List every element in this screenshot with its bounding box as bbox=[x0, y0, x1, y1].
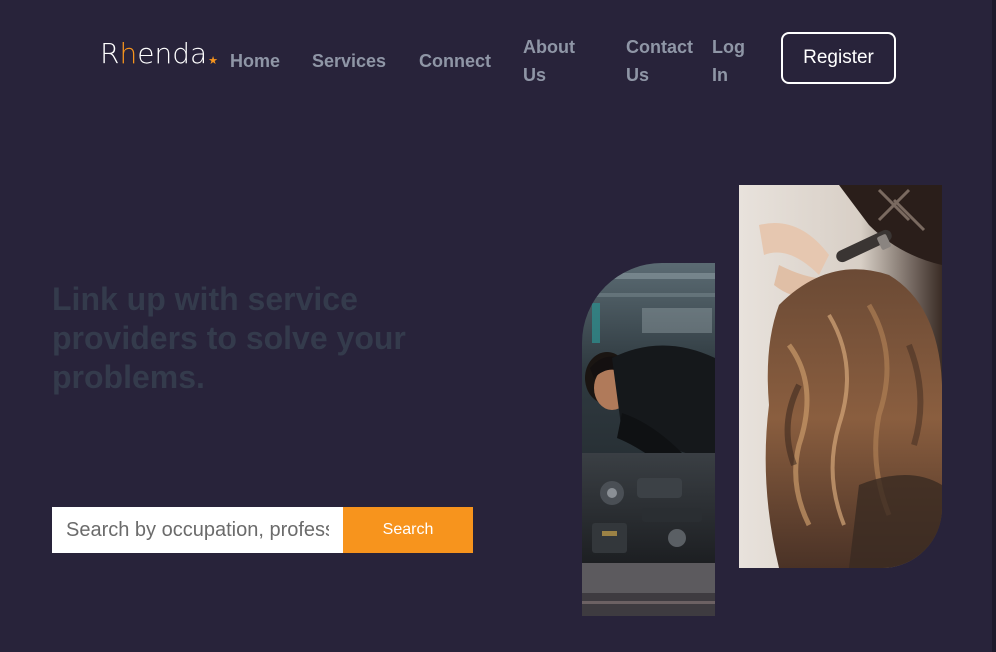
nav-services-link[interactable]: Services bbox=[312, 47, 386, 75]
nav-connect-link[interactable]: Connect bbox=[419, 47, 491, 75]
landing-page: Rhenda★ Home Services Connect About Us C… bbox=[0, 0, 996, 652]
logo-text-accent: h bbox=[119, 37, 138, 70]
nav-contact-link[interactable]: Contact Us bbox=[626, 33, 701, 89]
search-button[interactable]: Search bbox=[343, 507, 473, 553]
logo-text-start: R bbox=[100, 37, 120, 70]
brand-logo[interactable]: Rhenda★ bbox=[100, 36, 218, 79]
hero-title: Link up with service providers to solve … bbox=[52, 281, 406, 395]
register-button[interactable]: Register bbox=[781, 32, 896, 84]
hairdresser-photo bbox=[739, 185, 942, 568]
scrollbar[interactable] bbox=[992, 0, 996, 652]
nav-login-link[interactable]: Log In bbox=[712, 33, 752, 89]
logo-text-end: enda bbox=[137, 37, 208, 70]
nav-about-link[interactable]: About Us bbox=[523, 33, 593, 89]
mechanic-photo bbox=[582, 263, 715, 616]
logo-star-icon: ★ bbox=[208, 54, 218, 67]
search-input[interactable] bbox=[52, 507, 343, 553]
nav-home-link[interactable]: Home bbox=[230, 47, 280, 75]
